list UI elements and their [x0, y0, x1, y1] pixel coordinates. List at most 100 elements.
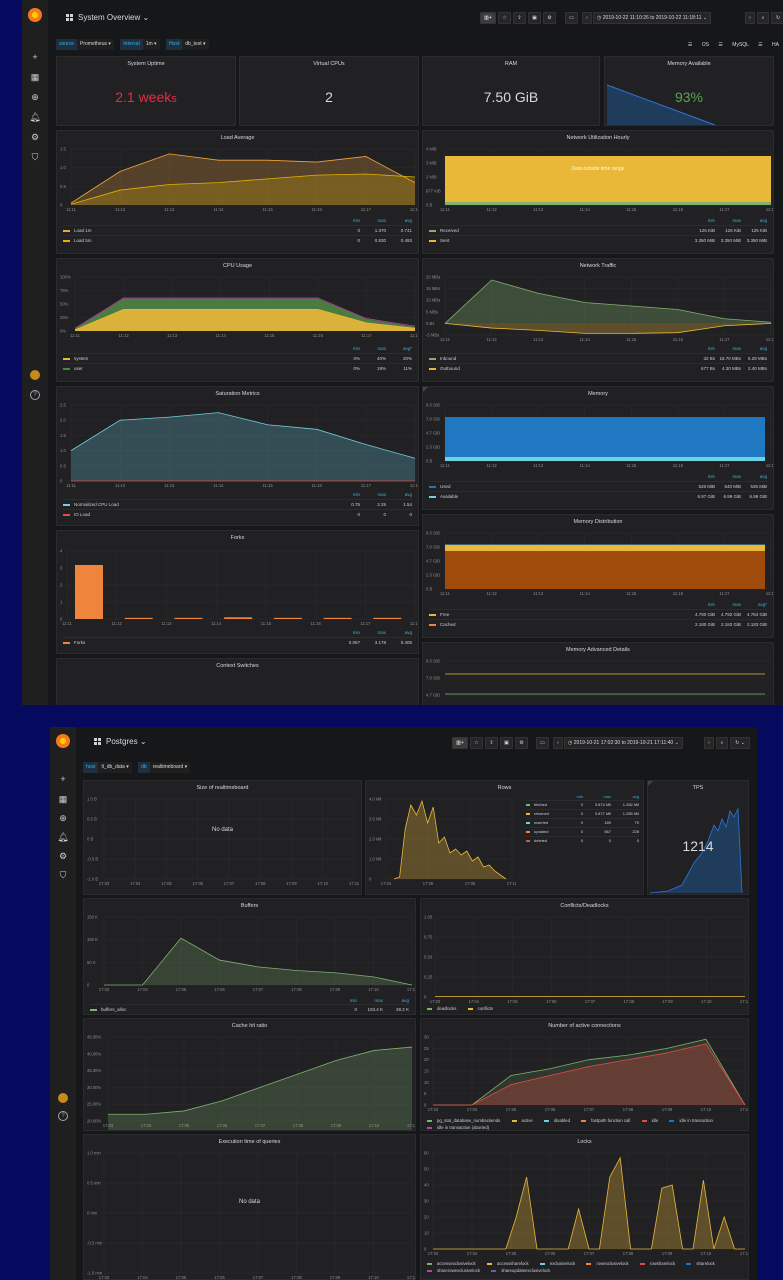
shield-icon[interactable]: ⛉ [50, 870, 76, 880]
panel-saturation-metrics[interactable]: Saturation Metrics 2.5 2.0 1.5 1.0 0.5 0 11:11… [56, 386, 419, 526]
help-icon[interactable]: ? [58, 1111, 68, 1121]
panel-memory[interactable]: Memory 9.3 GiB 7.0 GiB 4.7 GiB 2.3 GiB 0 B 11… [422, 386, 774, 510]
legend-item[interactable]: returned 0 3.877 Mil 1.285 Mil [526, 809, 639, 818]
star-button[interactable]: ☆ [470, 737, 483, 749]
dashboard-title[interactable]: Postgres ⌄ [94, 729, 147, 755]
dashboards-icon[interactable]: ▦ [22, 72, 48, 82]
star-button[interactable]: ☆ [498, 12, 511, 24]
panel-locks[interactable]: Locks 60 50 40 30 20 10 0 17:03 17:04 17:05 17:06 1… [420, 1134, 749, 1280]
link-os[interactable]: ☰ OS [688, 42, 709, 48]
tv-mode-button[interactable]: ▭ [565, 12, 578, 24]
legend-item[interactable]: Free 4.780 GiB 4.792 GiB 4.784 GiB [429, 609, 767, 619]
grafana-logo[interactable] [28, 8, 42, 22]
bell-icon[interactable]: 🔔︎ [22, 112, 48, 122]
legend-item[interactable]: exclusivelock [539, 1261, 580, 1266]
legend-item[interactable]: active [511, 1118, 538, 1123]
legend-item[interactable]: accessexclusivelock [427, 1261, 481, 1266]
legend-item[interactable]: inserted 0 189 79 [526, 818, 639, 827]
add-panel-button[interactable]: ▥+ [480, 12, 496, 24]
shield-icon[interactable]: ⛉ [22, 152, 48, 162]
panel-system-uptime[interactable]: System Uptime 2.1 weeks [56, 56, 236, 126]
panel-tps[interactable]: TPS 1214 [647, 780, 749, 895]
share-button[interactable]: ⇪ [513, 12, 526, 24]
legend-item[interactable]: Load 1m 0 1.370 0.741 [63, 225, 412, 235]
legend-item[interactable]: idle in transaction [669, 1118, 717, 1123]
legend-item[interactable]: shareupdateexclusivelock [491, 1268, 555, 1273]
legend-item[interactable]: Outbound 677 Bs 4.30 MBs 2.40 MBs [429, 363, 767, 373]
avatar[interactable] [30, 370, 40, 380]
legend-item[interactable]: Normalized CPU Load 0.75 2.25 1.54 [63, 499, 412, 509]
legend-item[interactable]: sharerowexclusivelock [427, 1268, 485, 1273]
panel-ram[interactable]: RAM 7.50 GiB [422, 56, 600, 126]
zoom-out-button[interactable]: ⌕ [757, 12, 769, 24]
panel-virtual-cpus[interactable]: Virtual CPUs 2 [239, 56, 419, 126]
legend-item[interactable]: buffers_alloc 0 103.4 K 28.2 K [90, 1004, 409, 1014]
help-icon[interactable]: ? [30, 390, 40, 400]
plus-icon[interactable]: + [50, 774, 76, 784]
link-ha[interactable]: ☰ HA [758, 42, 779, 48]
panel-memory-advanced[interactable]: Memory Advanced Details 9.3 GiB 7.0 GiB 4.… [422, 642, 774, 705]
bell-icon[interactable]: 🔔︎ [50, 832, 76, 842]
save-button[interactable]: ▣ [500, 737, 513, 749]
explore-icon[interactable]: ⊕ [50, 813, 76, 823]
add-panel-button[interactable]: ▥+ [452, 737, 468, 749]
time-back-button[interactable]: ‹ [553, 737, 563, 749]
panel-cache-hit-ratio[interactable]: Cache hit ratio 45.00% 40.00% 35.00% 30.00%… [83, 1018, 416, 1131]
legend-item[interactable]: user 0% 19% 11% [63, 363, 412, 373]
link-mysql[interactable]: ☰ MySQL [718, 42, 748, 48]
legend-item[interactable]: deleted 0 0 0 [526, 836, 639, 845]
panel-execution-time[interactable]: Execution time of queries 1.0 min 0.5 min… [83, 1134, 416, 1280]
legend-item[interactable]: Used 528 MiB 540 MiB 536 MiB [429, 481, 767, 491]
save-button[interactable]: ▣ [528, 12, 541, 24]
time-back-button[interactable]: ‹ [582, 12, 592, 24]
panel-conflicts-deadlocks[interactable]: Conflicts/Deadlocks 1.00 0.75 0.50 0.25 0 17:… [420, 898, 749, 1015]
grafana-logo[interactable] [56, 734, 70, 748]
legend-item[interactable]: accesssharelock [486, 1261, 534, 1266]
panel-active-connections[interactable]: Number of active connections 30 25 20 15 10 5… [420, 1018, 749, 1131]
legend-item[interactable]: idle in transaction (aborted) [427, 1125, 494, 1130]
refresh-button[interactable]: ↻ ⌄ [730, 737, 750, 749]
time-forward-button[interactable]: › [745, 12, 755, 24]
legend-item[interactable]: Forks 0.067 3.178 0.405 [63, 637, 412, 647]
time-forward-button[interactable]: › [704, 737, 714, 749]
legend-item[interactable]: idle [641, 1118, 664, 1123]
legend-item[interactable]: system 0% 40% 20% [63, 353, 412, 363]
settings-button[interactable]: ⚙ [515, 737, 528, 749]
tv-mode-button[interactable]: ▭ [536, 737, 549, 749]
time-range-picker[interactable]: ◷ 2019-10-22 11:10:26 to 2019-10-22 11:1… [593, 12, 712, 24]
plus-icon[interactable]: + [22, 52, 48, 62]
panel-network-utilization[interactable]: Network Utilization Hourly 4 MiB 3 MiB 2 M… [422, 130, 774, 254]
legend-item[interactable]: pg_stat_database_numbackends [427, 1118, 505, 1123]
zoom-out-button[interactable]: ⌕ [716, 737, 728, 749]
legend-item[interactable]: Sent 3.350 MiB 3.350 MiB 3.350 MiB [429, 235, 767, 245]
panel-memory-available[interactable]: Memory Available 93% [604, 56, 774, 126]
legend-item[interactable]: Cached 2.180 GiB 2.183 GiB 2.183 GiB [429, 619, 767, 629]
avatar[interactable] [58, 1093, 68, 1103]
explore-icon[interactable]: ⊕ [22, 92, 48, 102]
panel-forks[interactable]: Forks 4 3 2 1 0 11:11 11:12 11:13 11:14 11:15 11:1… [56, 530, 419, 654]
legend-item[interactable]: fastpath function call [581, 1118, 635, 1123]
panel-buffers[interactable]: Buffers 150 K 100 K 50 K 0 17:03 17:04 17:05 17… [83, 898, 416, 1015]
dashboards-icon[interactable]: ▦ [50, 794, 76, 804]
legend-item[interactable]: Available 6.97 GiB 6.99 GiB 6.98 GiB [429, 491, 767, 501]
var-db-select[interactable]: realtimeboard ▾ [149, 762, 191, 773]
legend-item[interactable]: IO Load 0 0 0 [63, 509, 412, 519]
panel-cpu-usage[interactable]: CPU Usage 100% 75% 50% 25% 0% 11:11 11:12 11:13… [56, 258, 419, 382]
gear-icon[interactable]: ⚙ [50, 851, 76, 861]
var-interval-select[interactable]: 1m ▾ [142, 39, 160, 50]
panel-size[interactable]: Size of realtimeboard 1.0 B 0.5 B0 B -0.5 … [83, 780, 362, 895]
legend-item[interactable]: Load 5m 0 0.830 0.493 [63, 235, 412, 245]
legend-item[interactable]: sharelock [686, 1261, 719, 1266]
panel-memory-distribution[interactable]: Memory Distribution 9.3 GiB 7.0 GiB 4.7 Gi… [422, 514, 774, 638]
panel-network-traffic[interactable]: Network Traffic 20 MBs 15 MBs 10 MBs 5 MBs 0… [422, 258, 774, 382]
legend-item[interactable]: rowexclusivelock [586, 1261, 633, 1266]
panel-load-average[interactable]: Load Average 1.5 1.0 0.5 0 11:11 11:12 11:13 11… [56, 130, 419, 254]
var-host-select[interactable]: db_test ▾ [182, 39, 209, 50]
legend-item[interactable]: Received 125 KiB 125 KiB 125 KiB [429, 225, 767, 235]
share-button[interactable]: ⇪ [485, 737, 498, 749]
legend-item[interactable]: updated 0 567 228 [526, 827, 639, 836]
refresh-button[interactable]: ↻ [771, 12, 783, 24]
legend-item[interactable]: deadlocks [427, 1006, 461, 1011]
legend-item[interactable]: disabled [543, 1118, 575, 1123]
time-range-picker[interactable]: ◷ 2019-10-21 17:02:30 to 2019-10-21 17:1… [564, 737, 683, 749]
